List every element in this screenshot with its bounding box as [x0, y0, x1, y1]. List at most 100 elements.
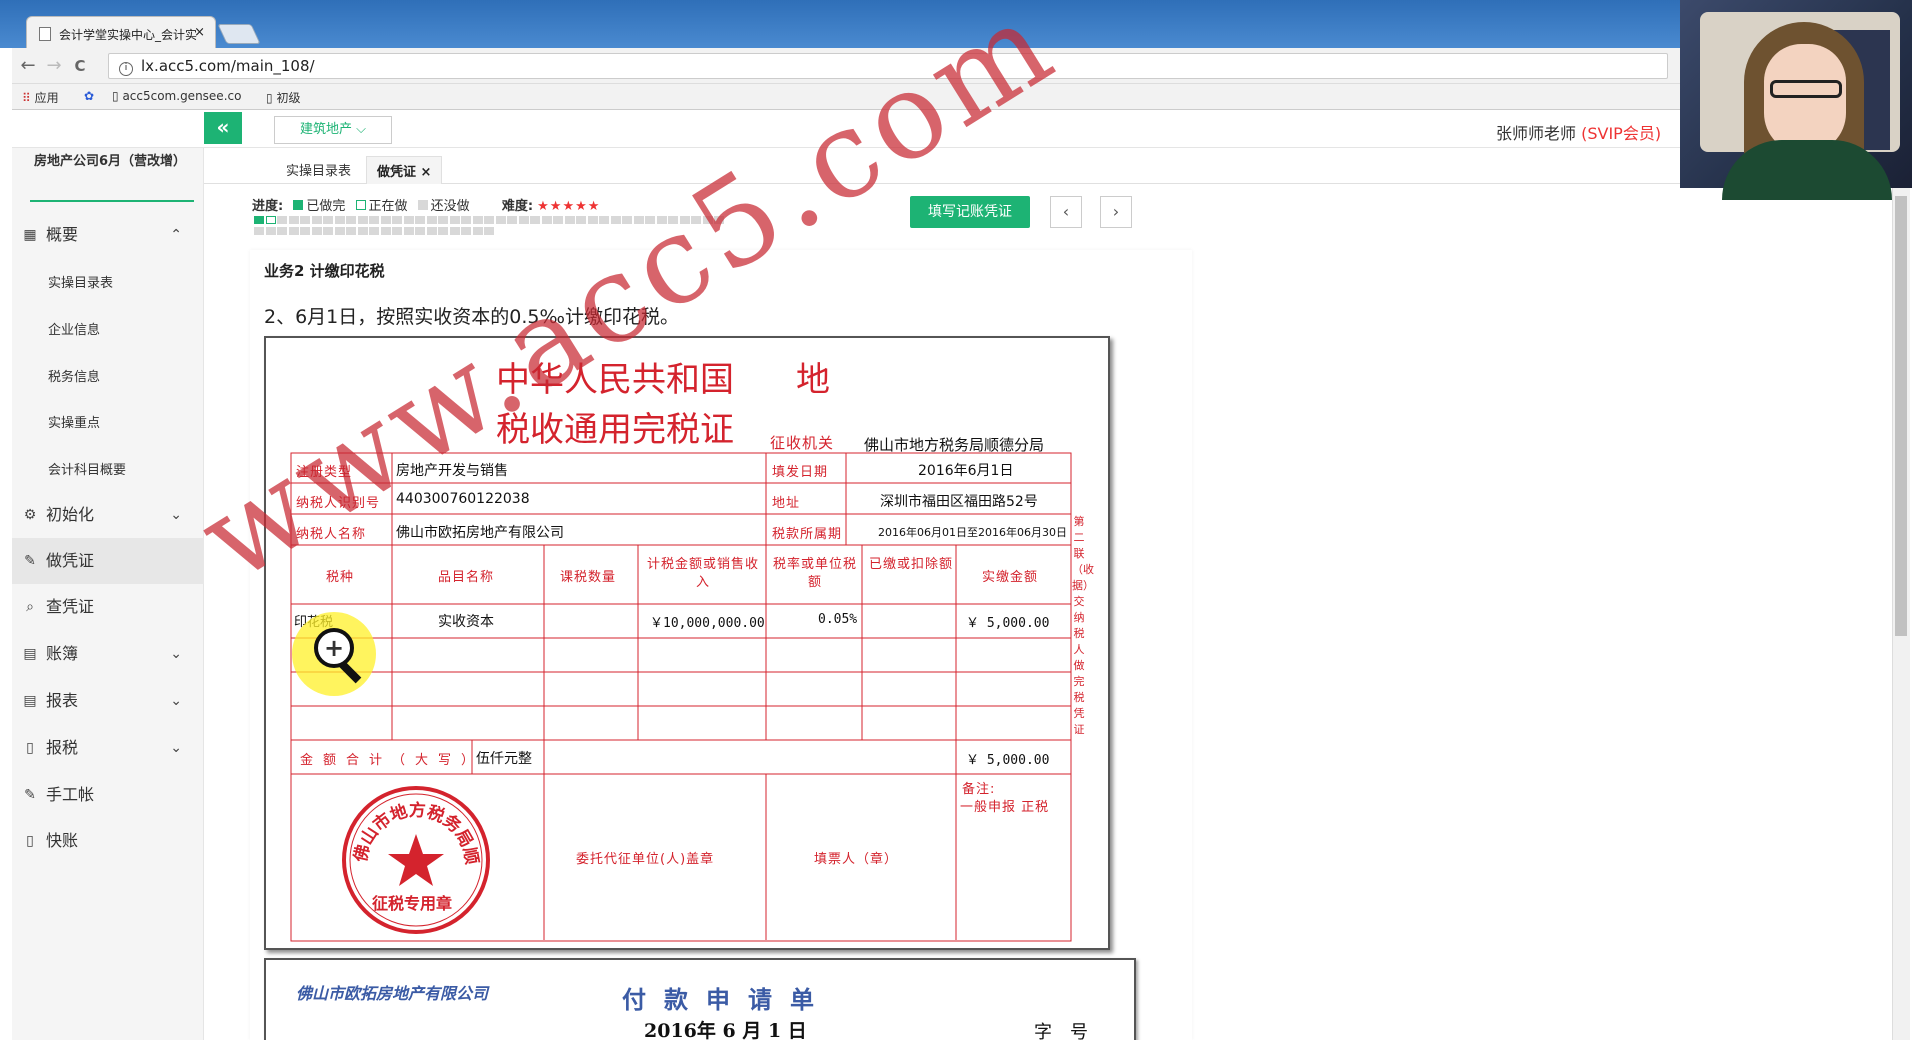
- info-icon[interactable]: i: [119, 62, 133, 76]
- progress-cell[interactable]: [484, 216, 494, 224]
- progress-cell[interactable]: [288, 216, 299, 224]
- nav-quick-ledger[interactable]: ▯ 快账: [12, 818, 204, 864]
- progress-cell[interactable]: [357, 216, 368, 224]
- progress-cell[interactable]: [323, 216, 333, 224]
- progress-cell[interactable]: [334, 216, 345, 224]
- nav-overview[interactable]: ▦ 概要 ⌃: [12, 212, 204, 258]
- progress-cell[interactable]: [633, 216, 644, 224]
- nav-init[interactable]: ⚙ 初始化 ⌄: [12, 492, 204, 538]
- progress-cell[interactable]: [461, 227, 471, 235]
- user-label[interactable]: 张师师老师 (SVIP会员): [1496, 120, 1661, 144]
- nav-tax-filing[interactable]: ▯ 报税 ⌄: [12, 725, 204, 771]
- progress-cell[interactable]: [668, 216, 678, 224]
- progress-cell[interactable]: [277, 216, 287, 224]
- progress-cell[interactable]: [415, 227, 425, 235]
- progress-cell[interactable]: [392, 227, 402, 235]
- nav-search-voucher[interactable]: ⌕ 查凭证: [12, 584, 204, 630]
- progress-cell[interactable]: [415, 216, 425, 224]
- progress-cell[interactable]: [369, 227, 379, 235]
- progress-cell[interactable]: [472, 227, 483, 235]
- bookmark-apps[interactable]: ⠿ 应用: [22, 89, 59, 106]
- progress-cell[interactable]: [679, 216, 690, 224]
- progress-cell[interactable]: [449, 227, 460, 235]
- progress-cell[interactable]: [702, 216, 713, 224]
- sidebar-item-company-info[interactable]: 企业信息: [48, 319, 100, 338]
- fill-voucher-button[interactable]: 填写记账凭证: [910, 196, 1030, 228]
- address-bar[interactable]: i lx.acc5.com/main_108/: [108, 53, 1668, 79]
- tab-make-voucher[interactable]: 做凭证 ×: [366, 156, 443, 184]
- progress-cell[interactable]: [587, 216, 598, 224]
- close-tab-icon[interactable]: ×: [421, 165, 432, 180]
- progress-cell[interactable]: [323, 227, 333, 235]
- progress-cell[interactable]: [599, 216, 609, 224]
- progress-cell[interactable]: [300, 227, 310, 235]
- progress-cell[interactable]: [438, 216, 448, 224]
- back-icon[interactable]: ←: [16, 54, 40, 78]
- progress-cell[interactable]: [438, 227, 448, 235]
- progress-cell[interactable]: [507, 216, 517, 224]
- sidebar-item-key-points[interactable]: 实操重点: [48, 412, 100, 431]
- issue-date-value: 2016年6月1日: [918, 463, 1014, 479]
- progress-cell[interactable]: [564, 216, 575, 224]
- progress-cell[interactable]: [380, 227, 391, 235]
- progress-cell[interactable]: [300, 216, 310, 224]
- nav-make-voucher[interactable]: ✎ 做凭证: [12, 538, 204, 584]
- close-tab-icon[interactable]: ×: [194, 25, 205, 40]
- bookmark-chuji[interactable]: ▯ 初级: [266, 89, 300, 106]
- sidebar-item-accounts[interactable]: 会计科目概要: [48, 459, 126, 478]
- progress-cell[interactable]: [714, 216, 724, 224]
- progress-cell[interactable]: [392, 216, 402, 224]
- browser-tab[interactable]: 会计学堂实操中心_会计实 ×: [26, 16, 216, 48]
- progress-cell[interactable]: [484, 227, 494, 235]
- progress-cell[interactable]: [311, 216, 322, 224]
- next-button[interactable]: ›: [1100, 196, 1132, 228]
- progress-cell[interactable]: [357, 227, 368, 235]
- sidebar-item-tax-info[interactable]: 税务信息: [48, 366, 100, 385]
- progress-cell[interactable]: [461, 216, 471, 224]
- nav-reports[interactable]: ▤ 报表 ⌄: [12, 678, 204, 724]
- progress-cell[interactable]: [288, 227, 299, 235]
- progress-cell[interactable]: [645, 216, 655, 224]
- progress-cell[interactable]: [426, 227, 437, 235]
- nav-manual-ledger[interactable]: ✎ 手工帐: [12, 772, 204, 818]
- progress-cell[interactable]: [334, 227, 345, 235]
- progress-cell[interactable]: [656, 216, 667, 224]
- progress-cell[interactable]: [530, 216, 540, 224]
- forward-icon[interactable]: →: [42, 54, 66, 78]
- industry-dropdown[interactable]: 建筑地产 ⌵: [274, 116, 392, 144]
- progress-cell[interactable]: [277, 227, 287, 235]
- progress-cell[interactable]: [622, 216, 632, 224]
- paw-icon[interactable]: ✿: [84, 89, 94, 103]
- progress-cell[interactable]: [403, 227, 414, 235]
- progress-cell[interactable]: [346, 216, 356, 224]
- progress-cell[interactable]: [254, 227, 264, 235]
- progress-cell[interactable]: [691, 216, 701, 224]
- progress-cell[interactable]: [369, 216, 379, 224]
- progress-cell[interactable]: [449, 216, 460, 224]
- progress-cell[interactable]: [265, 227, 276, 235]
- progress-cell[interactable]: [541, 216, 552, 224]
- progress-cell[interactable]: [610, 216, 621, 224]
- sidebar-item-catalog[interactable]: 实操目录表: [48, 272, 113, 291]
- prev-button[interactable]: ‹: [1050, 196, 1082, 228]
- progress-cell[interactable]: [426, 216, 437, 224]
- progress-cell[interactable]: [576, 216, 586, 224]
- progress-cell[interactable]: [254, 216, 264, 224]
- progress-cell[interactable]: [380, 216, 391, 224]
- progress-cell[interactable]: [265, 216, 276, 224]
- nav-ledger[interactable]: ▤ 账簿 ⌄: [12, 631, 204, 677]
- progress-cell[interactable]: [311, 227, 322, 235]
- progress-cell[interactable]: [403, 216, 414, 224]
- collapse-sidebar-button[interactable]: «: [204, 112, 242, 144]
- tab-catalog[interactable]: 实操目录表: [276, 156, 361, 184]
- progress-cell[interactable]: [346, 227, 356, 235]
- reload-icon[interactable]: C: [68, 54, 92, 78]
- chevron-down-icon: ⌄: [170, 693, 182, 709]
- progress-cell[interactable]: [472, 216, 483, 224]
- bookmark-gensee[interactable]: ▯ acc5com.gensee.co: [112, 89, 241, 103]
- progress-cell[interactable]: [553, 216, 563, 224]
- progress-cell[interactable]: [518, 216, 529, 224]
- progress-cell[interactable]: [495, 216, 506, 224]
- zoom-in-icon[interactable]: +: [314, 628, 354, 668]
- scrollbar-thumb[interactable]: [1895, 196, 1907, 636]
